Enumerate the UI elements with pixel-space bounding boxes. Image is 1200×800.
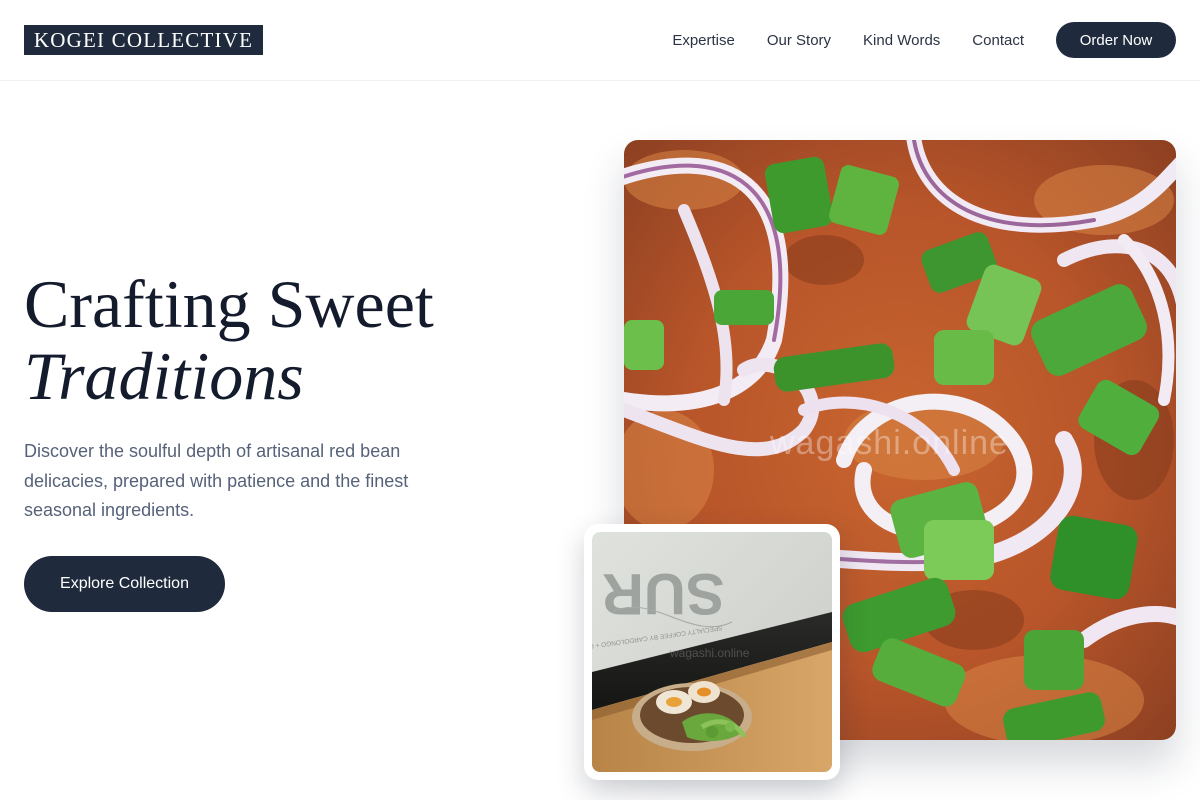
nav-link-our-story[interactable]: Our Story	[767, 32, 831, 49]
nav-link-contact[interactable]: Contact	[972, 32, 1024, 49]
site-header: KOGEI COLLECTIVE Expertise Our Story Kin…	[0, 0, 1200, 81]
hero-title-line2: Traditions	[24, 338, 304, 414]
hero-title-line1: Crafting Sweet	[24, 266, 434, 342]
window-sign-letters: SUR	[602, 561, 724, 626]
nav-link-kind-words[interactable]: Kind Words	[863, 32, 940, 49]
secondary-image-watermark: wagashi.online	[670, 646, 750, 660]
explore-collection-button[interactable]: Explore Collection	[24, 556, 225, 612]
order-now-button[interactable]: Order Now	[1056, 22, 1176, 58]
nav-link-expertise[interactable]: Expertise	[672, 32, 735, 49]
brand-logo[interactable]: KOGEI COLLECTIVE	[24, 25, 263, 55]
main-nav: Expertise Our Story Kind Words Contact O…	[672, 22, 1176, 58]
hero-title: Crafting Sweet Traditions	[24, 268, 544, 412]
main-image-watermark: wagashi.online	[770, 424, 1009, 462]
hero-description: Discover the soulful depth of artisanal …	[24, 441, 409, 520]
